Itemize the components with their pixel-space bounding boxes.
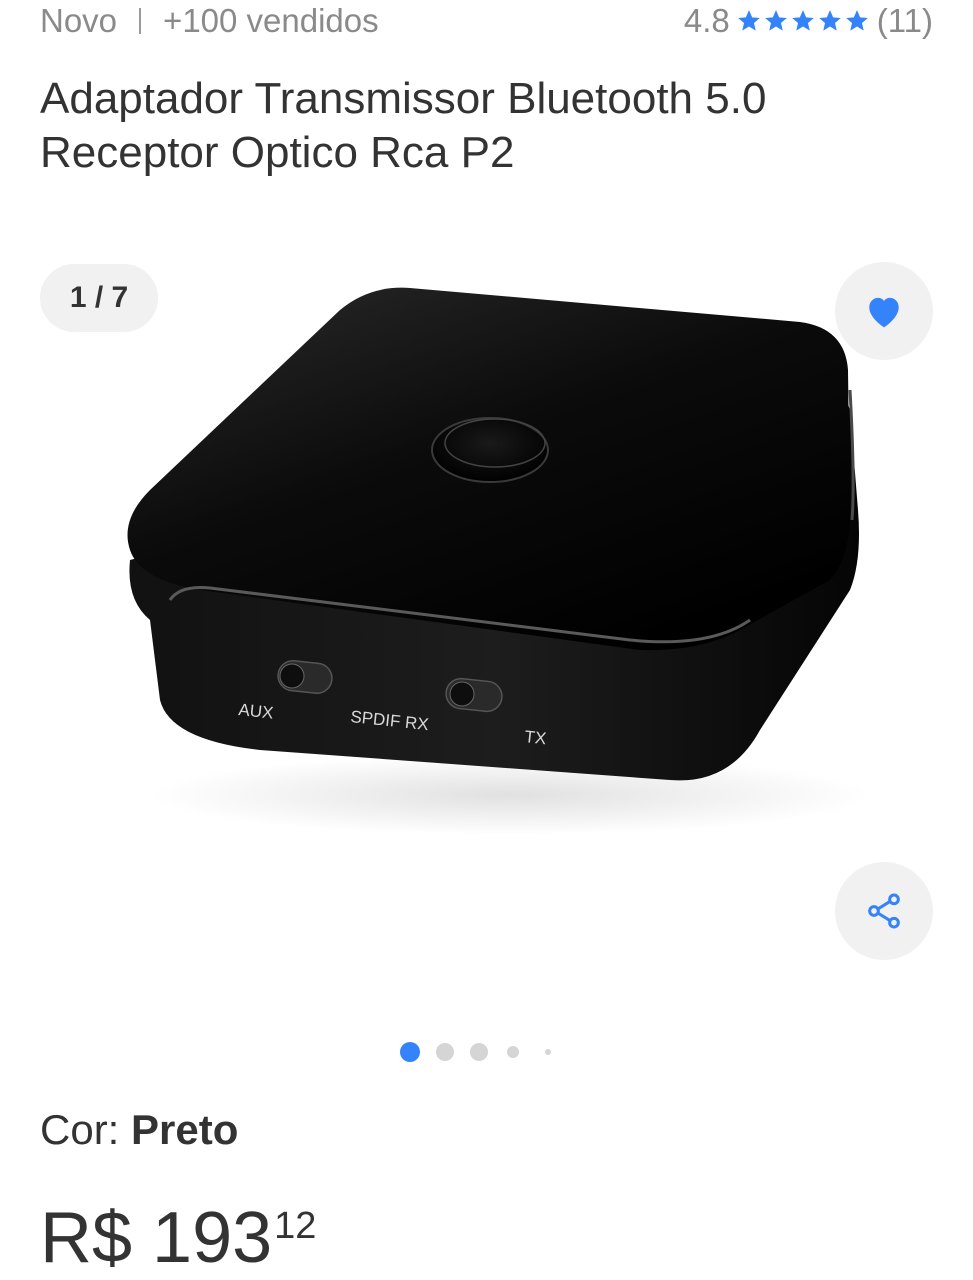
heart-icon <box>869 297 899 328</box>
rating-count: (11) <box>876 2 933 39</box>
pagination-dot[interactable] <box>507 1046 519 1058</box>
favorite-button[interactable] <box>835 262 933 360</box>
price-cents: 12 <box>274 1205 317 1247</box>
rating-stars <box>736 8 871 34</box>
pagination-dot[interactable] <box>545 1049 551 1055</box>
star-icon <box>818 10 841 31</box>
pagination-dot[interactable] <box>470 1043 488 1061</box>
color-label: Cor: <box>40 1106 132 1153</box>
meta-separator <box>139 8 142 34</box>
color-value: Preto <box>131 1106 239 1153</box>
share-icon <box>868 893 900 929</box>
sold-count: +100 vendidos <box>163 2 379 39</box>
rating-value: 4.8 <box>683 2 730 39</box>
star-icon <box>737 10 760 31</box>
product-price: R$ 193 12 <box>40 1196 316 1280</box>
star-icon <box>845 10 868 31</box>
tx-label: TX <box>524 727 548 748</box>
product-gallery[interactable]: 1 / 7 AUX SPDIF RX TX <box>0 240 973 1000</box>
pagination-dot[interactable] <box>436 1043 454 1061</box>
aux-label: AUX <box>238 700 275 723</box>
condition-label: Novo <box>40 2 118 39</box>
pagination-dot-active[interactable] <box>400 1042 420 1062</box>
color-variation[interactable]: Cor: Preto <box>40 1106 238 1154</box>
gallery-pagination <box>0 1040 973 1064</box>
price-integer: R$ 193 <box>40 1198 273 1278</box>
item-condition-sold: Novo +100 vendidos <box>40 2 379 40</box>
share-button[interactable] <box>835 862 933 960</box>
product-image[interactable]: AUX SPDIF RX TX <box>110 260 870 850</box>
star-icon <box>764 10 787 31</box>
product-title: Adaptador Transmissor Bluetooth 5.0 Rece… <box>40 74 767 177</box>
rating-summary[interactable]: 4.8 (11) <box>684 2 933 40</box>
star-icon <box>791 10 814 31</box>
